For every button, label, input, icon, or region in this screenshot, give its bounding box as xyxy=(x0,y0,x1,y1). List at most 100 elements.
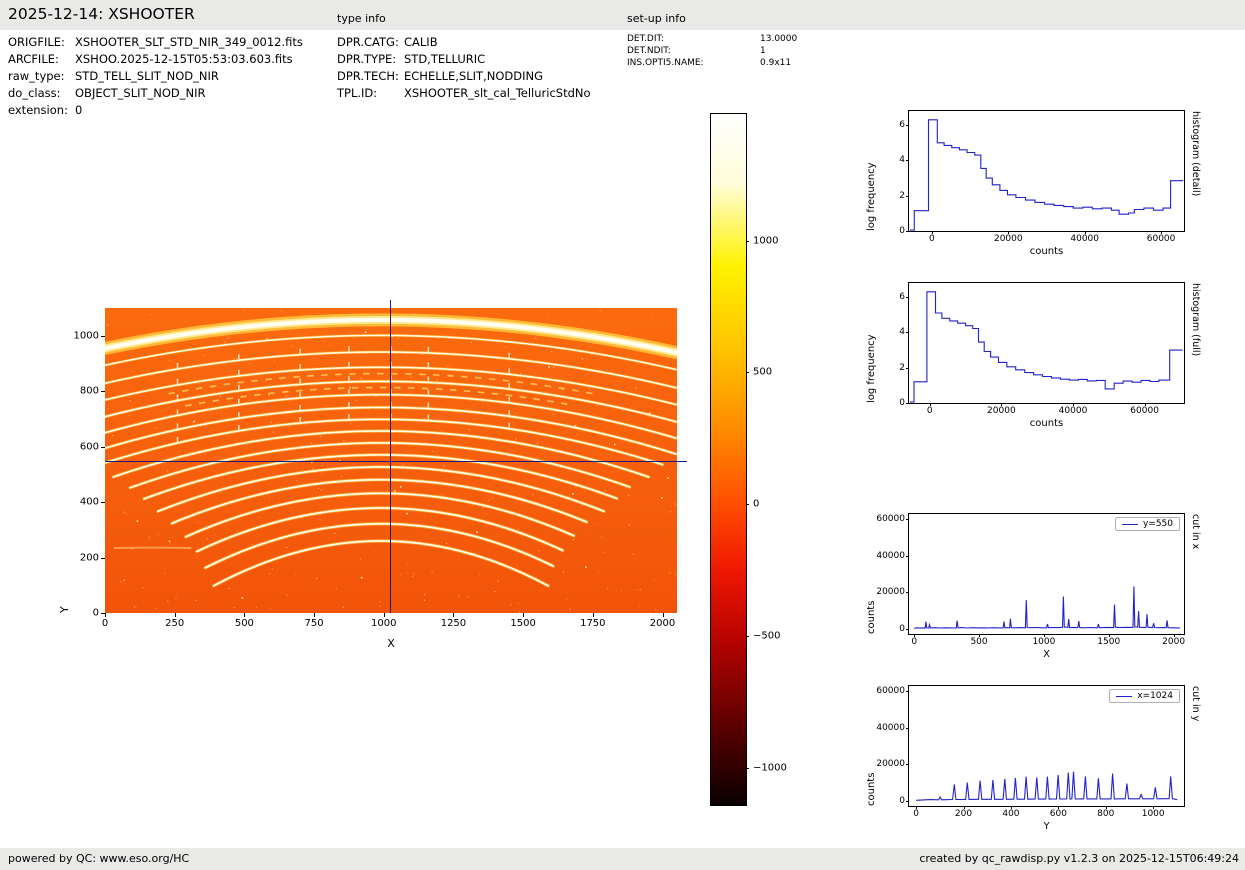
y-tick-label: 6 xyxy=(899,292,905,303)
x-tick-label: 500 xyxy=(970,637,988,647)
y-tick-mark xyxy=(101,446,105,448)
footer-created-by: created by qc_rawdisp.py v1.2.3 on 2025-… xyxy=(919,852,1239,865)
raw-frame-image-plot: 0 250 500 750 1000 1250 1500 1750 2000 0 200 400 600… xyxy=(58,300,687,650)
info-label: raw_type: xyxy=(8,69,65,83)
x-tick-label: 20000 xyxy=(987,406,1016,416)
y-tick-mark xyxy=(906,691,909,693)
x-tick-label: 750 xyxy=(304,618,324,629)
info-label: extension: xyxy=(8,103,68,117)
x-tick-label: 2000 xyxy=(1162,637,1186,647)
info-row: raw_type: STD_TELL_SLIT_NOD_NIR xyxy=(8,68,303,85)
info-value: XSHOOTER_slt_cal_TelluricStdNo xyxy=(404,86,591,100)
info-value: 13.0000 xyxy=(760,34,798,44)
crosshair-horizontal xyxy=(105,460,687,462)
x-axis-label: counts xyxy=(1029,246,1064,257)
info-row: DPR.TECH: ECHELLE,SLIT,NODDING xyxy=(337,68,591,85)
x-tick-label: 40000 xyxy=(1058,406,1088,416)
info-row: do_class: OBJECT_SLIT_NOD_NIR xyxy=(8,85,303,102)
info-row: DPR.CATG: CALIB xyxy=(337,34,591,51)
y-tick-label: 4 xyxy=(899,155,905,166)
hist_detail-line xyxy=(909,119,1184,231)
y-tick-mark xyxy=(906,592,909,594)
y-tick-label: 600 xyxy=(79,441,99,453)
side-label: histogram (full) xyxy=(1190,283,1201,357)
y-tick-label: 4 xyxy=(899,327,905,338)
type-info-section: DPR.CATG: CALIB DPR.TYPE: STD,TELLURIC DPR.T… xyxy=(337,34,591,102)
x-tick-mark xyxy=(174,613,176,617)
info-value: XSHOOTER_SLT_STD_NIR_349_0012.fits xyxy=(75,35,303,49)
cut-in-x-plot: 0 500 1000 1500 2000 0 20000 40000 60000 Xcounts c… xyxy=(866,513,1201,660)
colorbar-tick-label: 1000 xyxy=(753,235,779,247)
info-value: STD_TELL_SLIT_NOD_NIR xyxy=(75,69,219,83)
cut_y-line xyxy=(916,771,1178,801)
info-label: DPR.CATG: xyxy=(337,35,399,49)
x-tick-mark xyxy=(662,613,664,617)
y-tick-label: 40000 xyxy=(876,722,905,733)
x-tick-label: 1500 xyxy=(510,618,536,629)
colorbar-tick-mark xyxy=(746,372,749,374)
x-tick-mark xyxy=(453,613,455,617)
y-tick-label: 60000 xyxy=(876,514,905,525)
y-tick-mark xyxy=(906,628,909,630)
y-tick-label: 0 xyxy=(899,795,905,806)
x-tick-label: 2000 xyxy=(649,618,676,629)
x-tick-label: 1250 xyxy=(440,618,467,629)
y-tick-label: 800 xyxy=(79,385,99,397)
x-tick-label: 40000 xyxy=(1070,234,1100,244)
info-label: ARCFILE: xyxy=(8,52,59,66)
info-label: TPL.ID: xyxy=(337,86,378,100)
y-tick-mark xyxy=(906,764,909,766)
y-tick-label: 400 xyxy=(79,496,99,508)
info-value: 0.9x11 xyxy=(760,58,792,68)
colorbar-tick-mark xyxy=(746,768,749,770)
info-row: DPR.TYPE: STD,TELLURIC xyxy=(337,51,591,68)
x-tick-label: 500 xyxy=(234,618,254,629)
x-tick-label: 600 xyxy=(1049,809,1067,819)
colorbar: 1000 500 0 −500 −1000 xyxy=(710,113,787,806)
x-tick-mark xyxy=(244,613,246,617)
x-axis-label: counts xyxy=(1029,418,1064,429)
info-value: OBJECT_SLIT_NOD_NIR xyxy=(75,86,206,100)
histogram-detail-plot: 0 20000 40000 60000 0 2 4 6 counts log frequency h… xyxy=(866,110,1201,257)
footer-bar: powered by QC: www.eso.org/HC created by… xyxy=(0,848,1245,870)
y-tick-label: 0 xyxy=(899,623,905,634)
cut_x-line xyxy=(914,586,1181,629)
x-tick-label: 800 xyxy=(1097,809,1115,819)
crosshair-vertical xyxy=(390,300,392,613)
side-label: cut in x xyxy=(1190,514,1201,550)
info-label: DET.NDIT: xyxy=(627,46,671,56)
y-tick-mark xyxy=(906,125,909,127)
y-tick-mark xyxy=(906,195,909,197)
hist_full-line xyxy=(909,291,1183,403)
info-value: CALIB xyxy=(404,35,438,49)
x-tick-label: 0 xyxy=(911,637,918,647)
x-tick-label: 1000 xyxy=(1032,637,1056,647)
y-tick-label: 1000 xyxy=(73,330,99,342)
y-tick-mark xyxy=(906,519,909,521)
x-tick-label: 0 xyxy=(926,406,933,416)
y-tick-mark xyxy=(101,613,105,614)
y-tick-mark xyxy=(906,555,909,557)
x-tick-label: 200 xyxy=(954,809,973,819)
y-tick-mark xyxy=(101,502,105,504)
info-label: INS.OPTI5.NAME: xyxy=(627,58,704,68)
x-tick-label: 0 xyxy=(101,618,109,629)
type-info-heading: type info xyxy=(337,12,386,25)
x-tick-mark xyxy=(383,613,385,617)
y-tick-label: 200 xyxy=(79,552,99,564)
x-tick-label: 60000 xyxy=(1130,406,1159,416)
info-row: extension: 0 xyxy=(8,102,303,119)
y-tick-label: 40000 xyxy=(876,550,905,561)
y-tick-label: 0 xyxy=(92,607,99,619)
x-tick-label: 20000 xyxy=(993,234,1023,244)
y-tick-mark xyxy=(906,727,909,729)
y-tick-mark xyxy=(101,557,105,559)
x-tick-label: 0 xyxy=(913,809,919,819)
info-label: ORIGFILE: xyxy=(8,35,65,49)
cut-in-y-plot: 0 200 400 600 800 1000 0 20000 40000 60000 Ycounts… xyxy=(866,685,1201,832)
colorbar-tick-mark xyxy=(746,504,749,506)
info-label: DPR.TYPE: xyxy=(337,52,397,66)
x-tick-label: 1500 xyxy=(1097,637,1121,647)
x-tick-mark xyxy=(592,613,594,617)
x-tick-label: 250 xyxy=(165,618,185,629)
